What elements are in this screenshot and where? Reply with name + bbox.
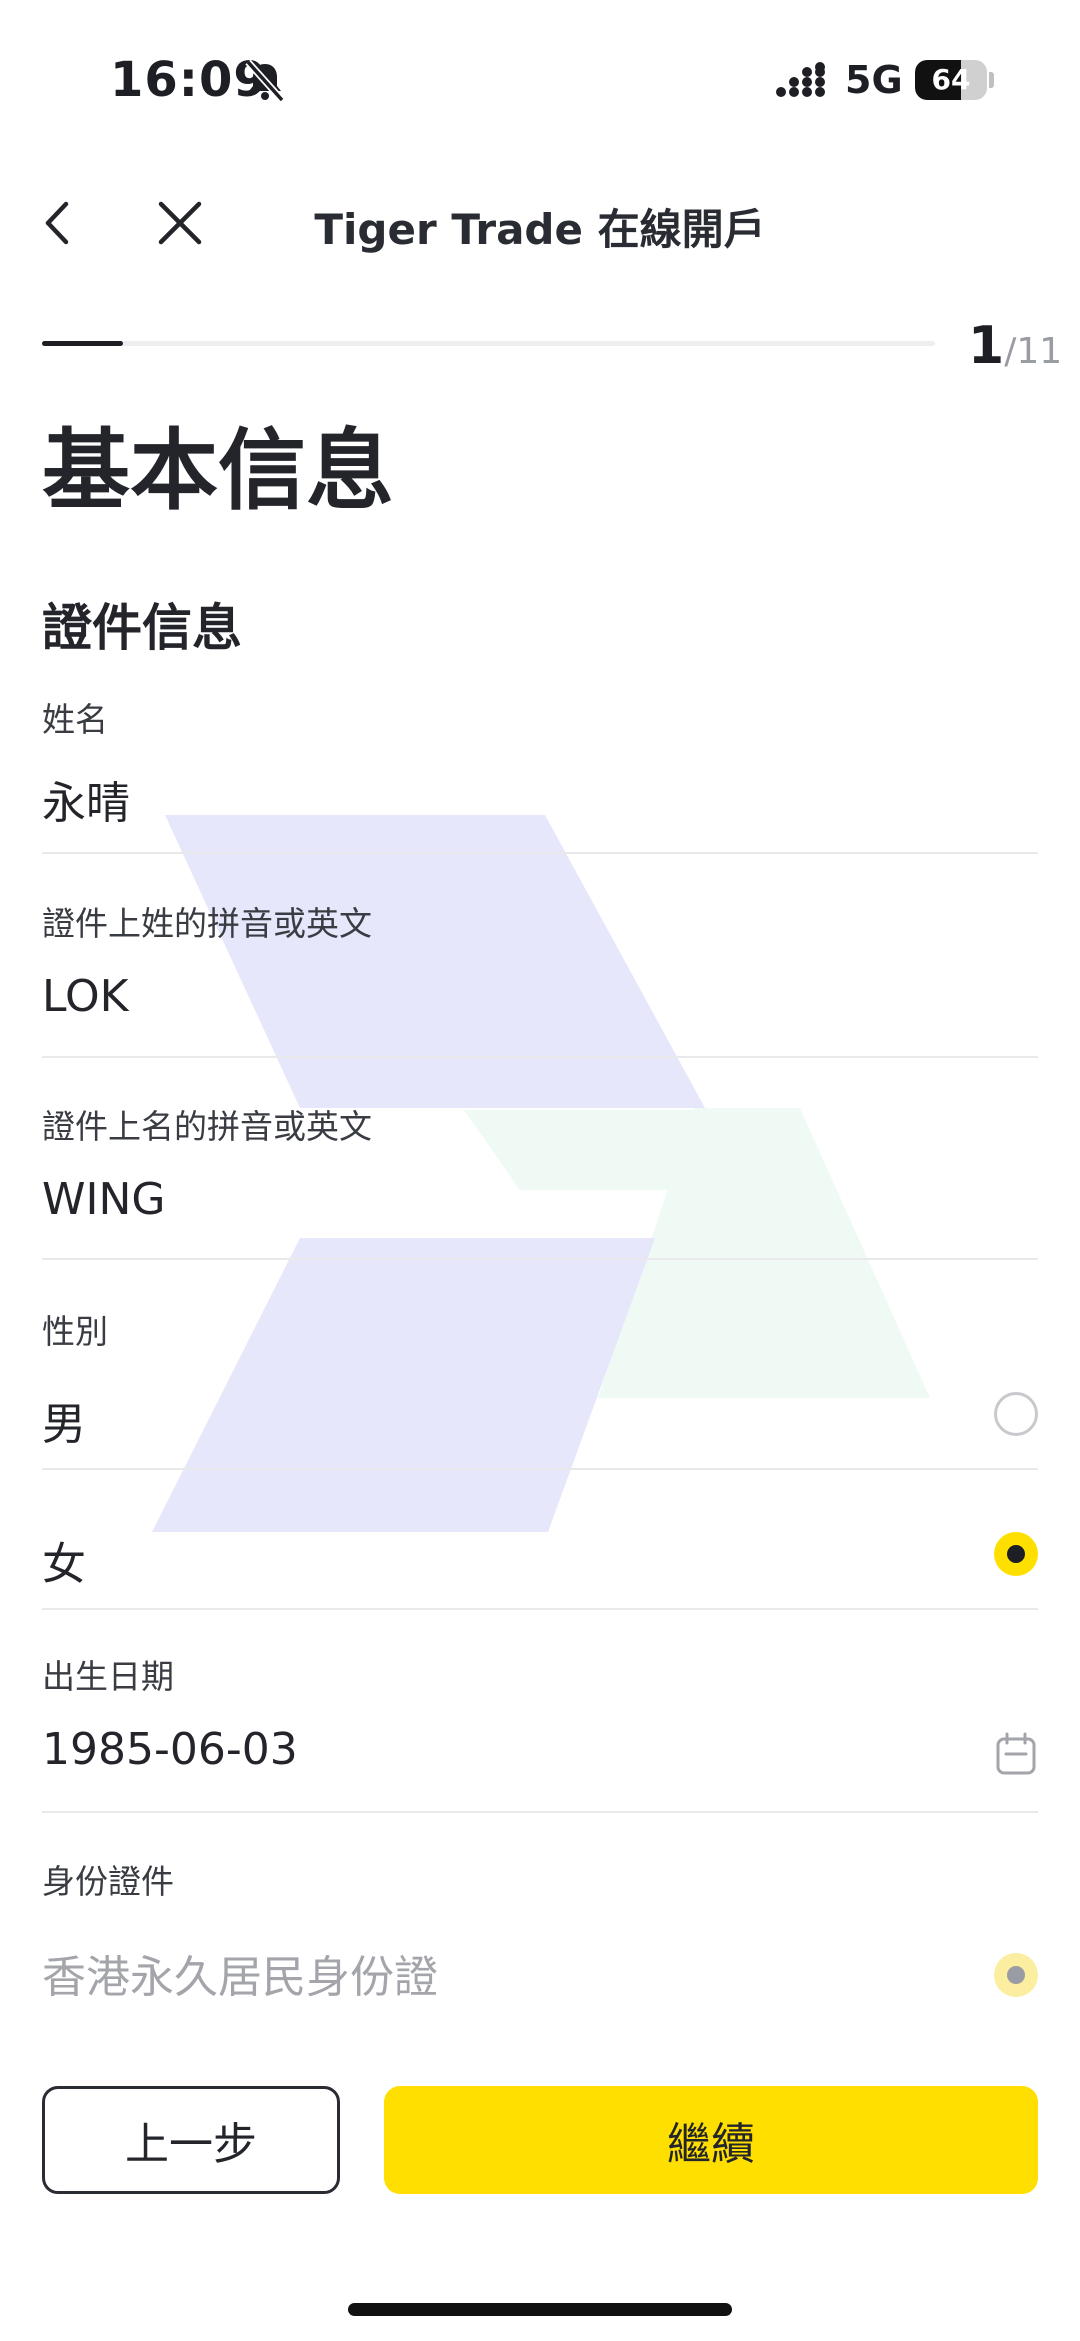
birth-date-field[interactable]: 出生日期 1985-06-03 [42, 1650, 1038, 1775]
gender-female-radio[interactable] [994, 1532, 1038, 1576]
id-type-value: 香港永久居民身份證 [42, 1952, 438, 2003]
gender-male-label: 男 [42, 1399, 86, 1450]
birth-date-value[interactable]: 1985-06-03 [42, 1724, 1038, 1775]
divider [42, 1056, 1038, 1058]
id-type-label: 身份證件 [42, 1862, 174, 1901]
nav-title: Tiger Trade 在線開戶 [314, 205, 766, 254]
battery-percent: 64 [931, 63, 971, 96]
bell-slash-icon [245, 59, 285, 103]
gender-female-label: 女 [42, 1539, 86, 1590]
gender-option-female[interactable]: 女 [42, 1500, 1038, 1610]
home-indicator [348, 2303, 732, 2316]
gender-option-male[interactable]: 男 [42, 1360, 1038, 1470]
prev-step-button[interactable]: 上一步 [42, 2086, 340, 2194]
progress-current: 1 [968, 316, 1005, 376]
progress-counter: 1/11 [968, 316, 1062, 376]
divider [42, 1258, 1038, 1260]
surname-en-value[interactable]: LOK [42, 971, 1038, 1022]
id-type-field: 身份證件 香港永久居民身份證 [42, 1855, 1038, 2005]
given-name-en-field[interactable]: 證件上名的拼音或英文 WING [42, 1100, 1038, 1225]
battery-icon: 64 [915, 60, 987, 100]
birth-date-label: 出生日期 [42, 1657, 174, 1696]
surname-en-label: 證件上姓的拼音或英文 [42, 904, 372, 943]
section-title: 證件信息 [42, 599, 242, 657]
id-type-radio [994, 1953, 1038, 1997]
progress-total: /11 [1004, 331, 1063, 372]
divider [42, 1468, 1038, 1470]
given-name-en-value[interactable]: WING [42, 1174, 1038, 1225]
gender-label: 性別 [42, 1312, 108, 1351]
progress-fill [42, 341, 124, 346]
battery-cap [989, 72, 994, 88]
gender-field: 性別 [42, 1305, 1038, 1353]
surname-en-field[interactable]: 證件上姓的拼音或英文 LOK [42, 897, 1038, 1022]
given-name-en-label: 證件上名的拼音或英文 [42, 1107, 372, 1146]
network-type: 5G [845, 58, 903, 102]
continue-button[interactable]: 繼續 [384, 2086, 1038, 2194]
divider [42, 852, 1038, 854]
gender-male-radio[interactable] [994, 1392, 1038, 1436]
name-field[interactable]: 姓名 永晴 [42, 693, 1038, 831]
status-bar: 16:09 5G 64 [0, 0, 1080, 160]
calendar-icon[interactable] [994, 1732, 1038, 1776]
divider [42, 1608, 1038, 1610]
divider [42, 1811, 1038, 1813]
signal-icon [776, 62, 825, 97]
progress-bar [42, 341, 935, 346]
name-label: 姓名 [42, 700, 108, 739]
page-title: 基本信息 [42, 419, 395, 522]
name-value[interactable]: 永晴 [42, 767, 1038, 831]
